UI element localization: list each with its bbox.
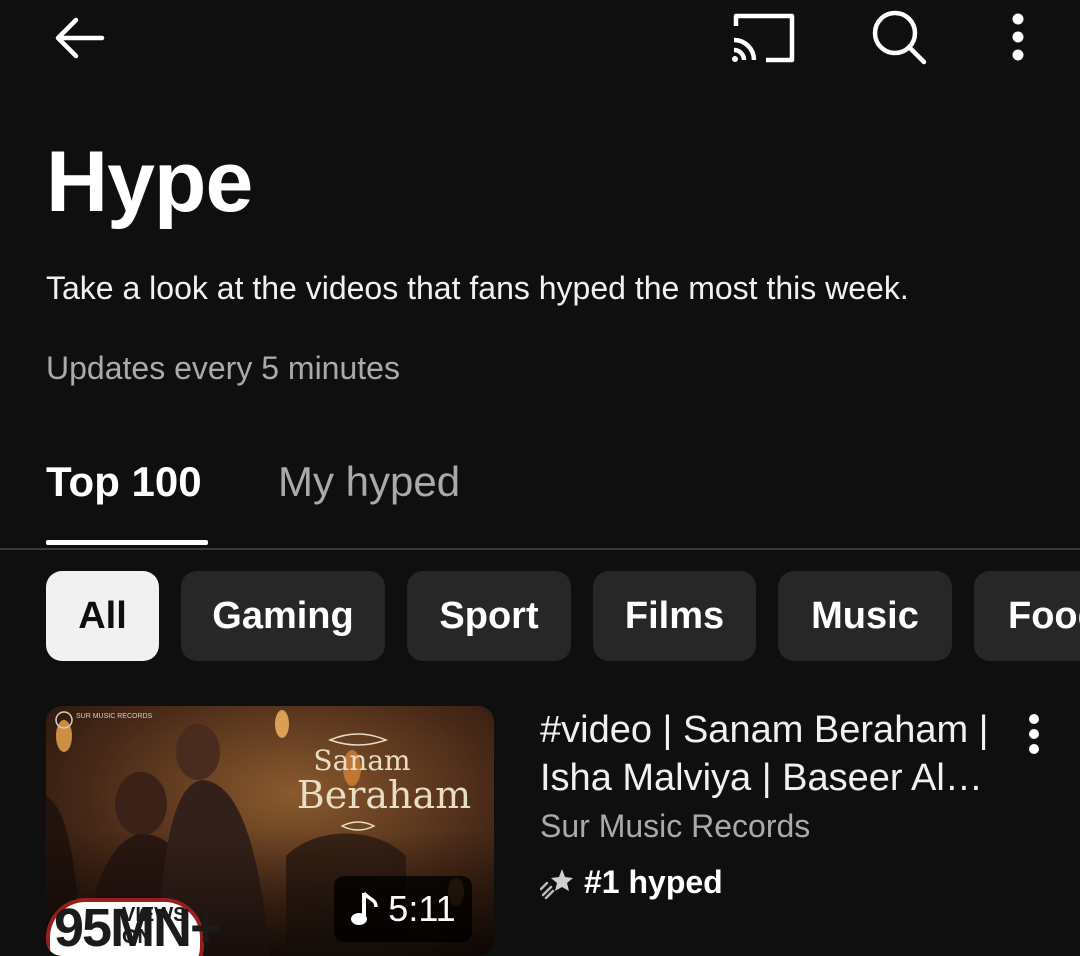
channel-name[interactable]: Sur Music Records — [540, 806, 810, 846]
video-thumbnail[interactable]: SUR MUSIC RECORDS Sanam Beraham 95MN+ VI… — [46, 706, 494, 956]
chip-food[interactable]: Food — [974, 571, 1080, 661]
duration-badge: 5:11 — [334, 876, 472, 942]
more-vertical-icon — [1029, 714, 1039, 754]
update-frequency: Updates every 5 minutes — [46, 350, 400, 386]
thumbnail-song-line-2: Beraham — [297, 773, 471, 817]
cast-button[interactable] — [726, 6, 800, 68]
music-note-icon — [351, 891, 379, 925]
more-options-button[interactable] — [996, 6, 1040, 68]
tab-bar: Top 100 My hyped — [0, 440, 1080, 550]
chip-sport[interactable]: Sport — [407, 571, 571, 661]
hype-rank: #1 hyped — [540, 862, 723, 902]
back-button[interactable] — [44, 8, 112, 68]
hype-icon — [540, 869, 573, 899]
video-duration: 5:11 — [388, 888, 456, 929]
chip-gaming[interactable]: Gaming — [181, 571, 385, 661]
tab-my-hyped[interactable]: My hyped — [278, 454, 460, 510]
video-title[interactable]: #video | Sanam Beraham | Isha Malviya | … — [540, 706, 1000, 802]
views-badge-caption: VIEWS ON — [122, 904, 187, 948]
thumbnail-label: SUR MUSIC RECORDS — [76, 713, 153, 720]
arrow-left-icon — [55, 17, 105, 59]
views-badge: 95MN+ VIEWS ON — [46, 898, 222, 956]
more-vertical-icon — [1012, 13, 1024, 61]
page-description: Take a look at the videos that fans hype… — [46, 270, 909, 306]
search-icon — [872, 10, 927, 65]
page-title: Hype — [46, 134, 253, 230]
video-more-button[interactable] — [1014, 706, 1054, 762]
tab-top-100[interactable]: Top 100 — [46, 454, 202, 510]
cast-icon — [732, 13, 795, 63]
active-tab-indicator — [46, 540, 208, 545]
chip-all[interactable]: All — [46, 571, 159, 661]
filter-chip-bar: All Gaming Sport Films Music Food — [0, 571, 1080, 661]
chip-music[interactable]: Music — [778, 571, 952, 661]
hype-rank-label: #1 hyped — [584, 864, 723, 900]
search-button[interactable] — [864, 4, 934, 70]
chip-films[interactable]: Films — [593, 571, 756, 661]
